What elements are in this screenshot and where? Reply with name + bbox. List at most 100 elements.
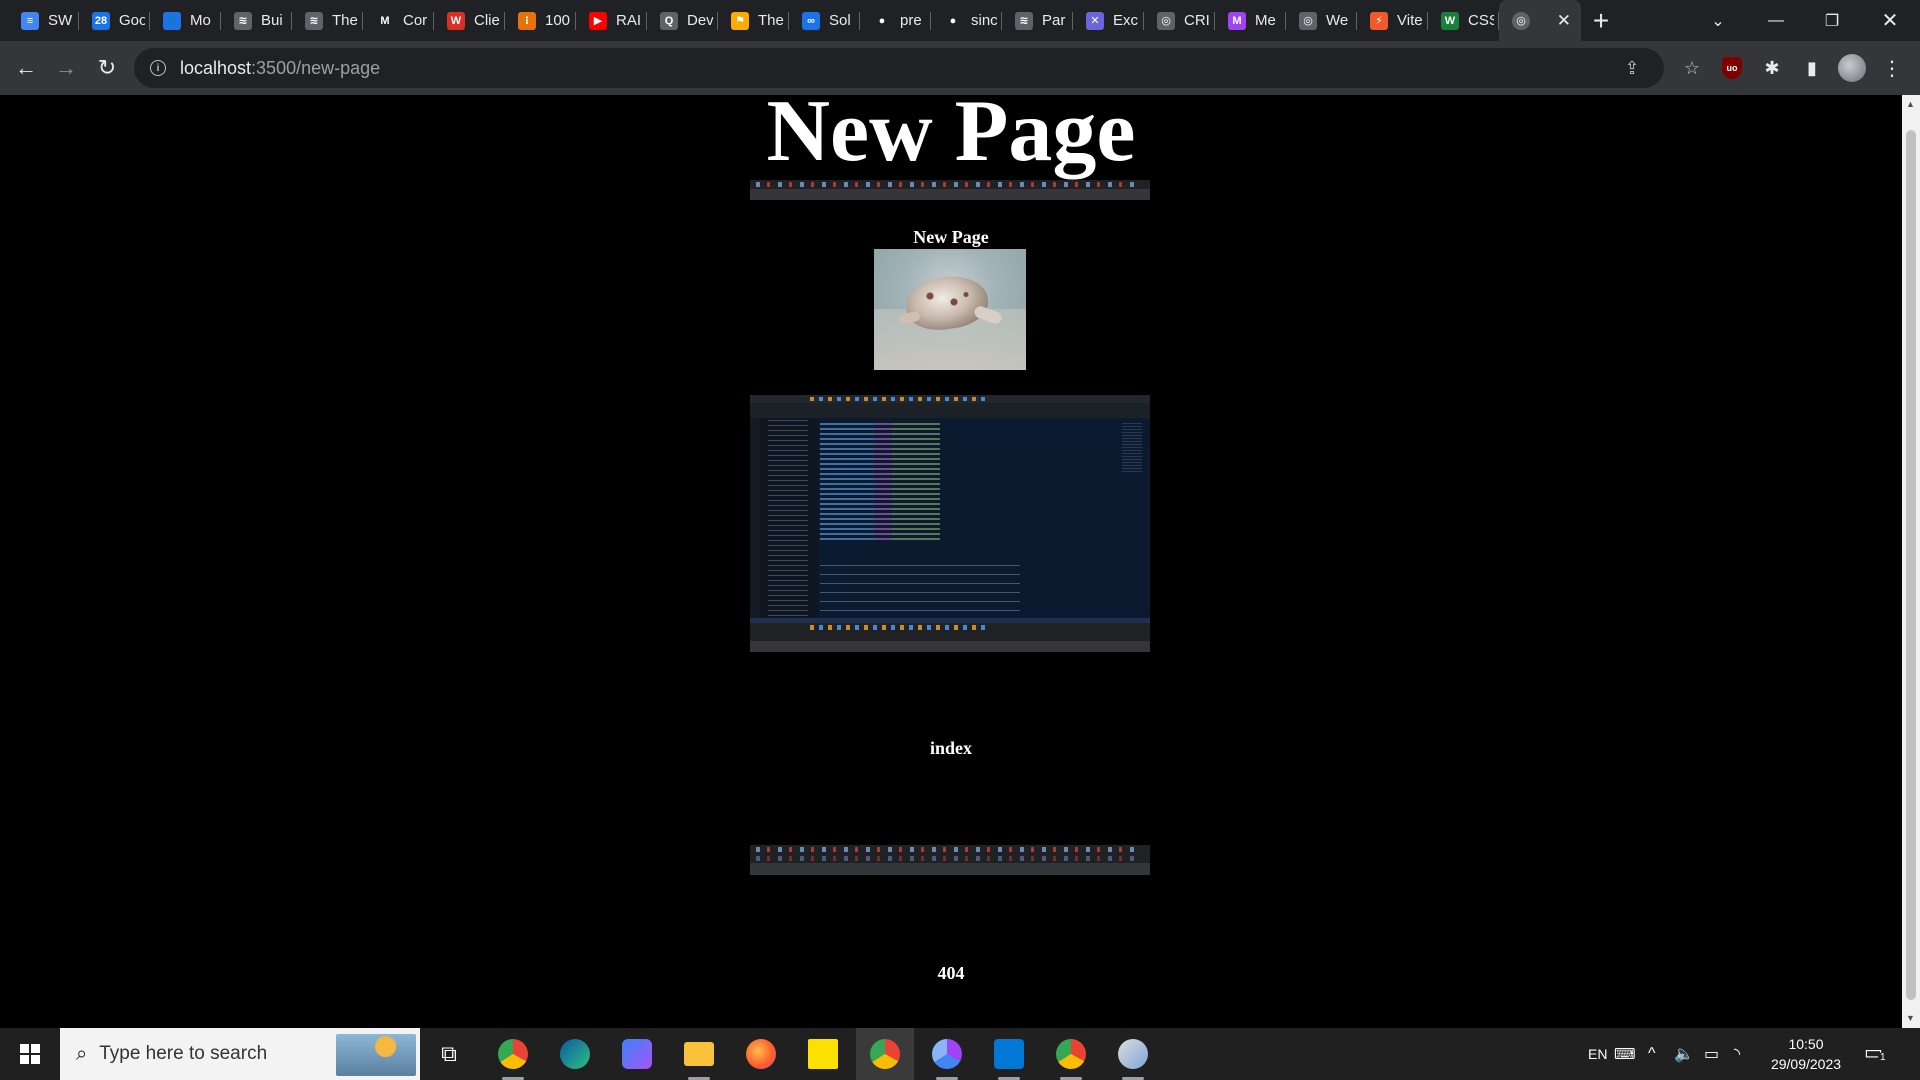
globe-icon: ◎ bbox=[1512, 11, 1530, 30]
search-highlight-image bbox=[336, 1034, 416, 1076]
browser-tab[interactable]: W Clie bbox=[434, 0, 505, 41]
browser-tab[interactable]: ∞ Sol bbox=[789, 0, 860, 41]
infinity-icon: ∞ bbox=[802, 11, 820, 30]
reload-button[interactable]: ↻ bbox=[91, 52, 123, 84]
site-info-icon[interactable]: i bbox=[150, 60, 166, 76]
tab-title: Bui bbox=[261, 12, 283, 29]
browser-tab[interactable]: ✕ Exc bbox=[1073, 0, 1144, 41]
file-explorer-taskbar-icon[interactable] bbox=[670, 1028, 728, 1080]
edge-taskbar-icon[interactable] bbox=[546, 1028, 604, 1080]
tab-title: CSS bbox=[1468, 12, 1494, 29]
menu-kebab-icon[interactable]: ⋮ bbox=[1878, 54, 1906, 82]
chrome-taskbar-icon[interactable] bbox=[484, 1028, 542, 1080]
browser-tab[interactable]: ● sinc bbox=[931, 0, 1002, 41]
minimize-button[interactable]: — bbox=[1748, 0, 1804, 41]
scroll-up-arrow-icon[interactable]: ▲ bbox=[1906, 99, 1915, 109]
copilot-taskbar-icon[interactable] bbox=[608, 1028, 666, 1080]
page-scrollbar[interactable]: ▲ ▼ bbox=[1902, 95, 1920, 1028]
wifi-icon[interactable]: ◝ bbox=[1734, 1028, 1740, 1080]
browser-tab[interactable]: ≋ Par bbox=[1002, 0, 1073, 41]
vscode-taskbar-icon[interactable] bbox=[980, 1028, 1038, 1080]
system-clock[interactable]: 10:50 29/09/2023 bbox=[1756, 1034, 1856, 1074]
github-icon: ● bbox=[944, 11, 962, 30]
address-bar[interactable]: i localhost:3500/new-page ⇪ ☆ bbox=[134, 48, 1700, 88]
app-taskbar-icon[interactable] bbox=[1104, 1028, 1162, 1080]
browser-tab[interactable]: ≋ The bbox=[292, 0, 363, 41]
browser-tab[interactable]: ⚑ The bbox=[718, 0, 789, 41]
browser-tab[interactable]: ≡ SW bbox=[8, 0, 79, 41]
keyboard-icon[interactable]: ⌨ bbox=[1614, 1028, 1636, 1080]
chrome-canary-taskbar-icon[interactable] bbox=[1042, 1028, 1100, 1080]
browser-toolbar: ← → ↻ i localhost:3500/new-page ⇪ ☆ uo ✱… bbox=[0, 41, 1920, 95]
tab-search-chevron-icon[interactable]: ⌄ bbox=[1690, 0, 1746, 41]
tab-title: Par bbox=[1042, 12, 1066, 29]
stack-icon: ≋ bbox=[305, 11, 323, 30]
firefox-taskbar-icon[interactable] bbox=[732, 1028, 790, 1080]
globe-icon: ◎ bbox=[1299, 11, 1317, 30]
youtube-icon: ▶ bbox=[589, 11, 607, 30]
forward-button[interactable]: → bbox=[50, 52, 82, 84]
browser-tab[interactable]: ◎ We bbox=[1286, 0, 1357, 41]
tab-title: 100 bbox=[545, 12, 571, 29]
windows-logo-icon bbox=[20, 1044, 40, 1064]
volume-icon[interactable]: 🔈 bbox=[1674, 1028, 1694, 1080]
ublock-extension-icon[interactable]: uo bbox=[1718, 54, 1746, 82]
browser-tab[interactable]: ▶ RAI bbox=[576, 0, 647, 41]
chrome-profile-taskbar-icon[interactable] bbox=[918, 1028, 976, 1080]
browser-tab[interactable]: ⁝ 100 bbox=[505, 0, 576, 41]
tab-title: Sol bbox=[829, 12, 851, 29]
stack-icon: ≋ bbox=[234, 11, 252, 30]
hidden-icons-chevron-icon[interactable]: ^ bbox=[1648, 1028, 1656, 1080]
browser-tab[interactable]: 👤 Mo bbox=[150, 0, 221, 41]
tab-title: Goo bbox=[119, 12, 145, 29]
sticky-notes-taskbar-icon[interactable] bbox=[794, 1028, 852, 1080]
active-browser-tab[interactable]: ◎ ✕ bbox=[1499, 0, 1581, 41]
back-button[interactable]: ← bbox=[10, 52, 42, 84]
extensions-puzzle-icon[interactable]: ✱ bbox=[1758, 54, 1786, 82]
search-placeholder: Type here to search bbox=[99, 1043, 268, 1064]
make-icon: M bbox=[1228, 11, 1246, 30]
browser-tab[interactable]: Q Dev bbox=[647, 0, 718, 41]
scrollbar-thumb[interactable] bbox=[1906, 130, 1916, 1000]
w-green-icon: W bbox=[1441, 11, 1459, 30]
address-url[interactable]: localhost:3500/new-page bbox=[180, 58, 380, 79]
tab-title: sinc bbox=[971, 12, 997, 29]
new-tab-button[interactable]: + bbox=[1581, 0, 1621, 41]
clock-date: 29/09/2023 bbox=[1770, 1056, 1842, 1072]
profile-avatar[interactable] bbox=[1838, 54, 1866, 82]
tab-title: Vite bbox=[1397, 12, 1423, 29]
address-path: :3500/new-page bbox=[251, 57, 381, 78]
medium-icon: M bbox=[376, 11, 394, 30]
share-icon[interactable]: ⇪ bbox=[1622, 58, 1642, 78]
browser-tab[interactable]: ◎ CRI bbox=[1144, 0, 1215, 41]
notification-center-icon[interactable]: ▭ 1 bbox=[1864, 1040, 1904, 1068]
tab-title: RAI bbox=[616, 12, 642, 29]
tab-title: Mo bbox=[190, 12, 211, 29]
browser-tab[interactable]: 28 Goo bbox=[79, 0, 150, 41]
browser-tab[interactable]: M Me bbox=[1215, 0, 1286, 41]
browser-tab[interactable]: M Cor bbox=[363, 0, 434, 41]
browser-tab[interactable]: ⚡ Vite bbox=[1357, 0, 1428, 41]
dev-orange-icon: ⁝ bbox=[518, 11, 536, 30]
scroll-down-arrow-icon[interactable]: ▼ bbox=[1906, 1013, 1915, 1023]
tab-title: Me bbox=[1255, 12, 1276, 29]
restore-button[interactable]: ❐ bbox=[1804, 0, 1860, 41]
taskbar-search-box[interactable]: ⌕ Type here to search bbox=[60, 1028, 420, 1080]
index-label: index bbox=[929, 738, 972, 758]
side-panel-icon[interactable]: ▮ bbox=[1798, 54, 1826, 82]
language-indicator[interactable]: EN bbox=[1588, 1028, 1607, 1080]
battery-icon[interactable]: ▭ bbox=[1704, 1028, 1719, 1080]
bookmark-star-icon[interactable]: ☆ bbox=[1682, 58, 1702, 78]
close-tab-icon[interactable]: ✕ bbox=[1557, 11, 1571, 31]
page-subheading: New Page bbox=[913, 227, 989, 247]
not-found-label: 404 bbox=[937, 963, 965, 983]
github-icon: ● bbox=[873, 11, 891, 30]
close-window-button[interactable]: ✕ bbox=[1862, 0, 1918, 41]
browser-tab[interactable]: W CSS bbox=[1428, 0, 1499, 41]
tab-title: SW bbox=[48, 12, 73, 29]
task-view-icon[interactable]: ⧉ bbox=[420, 1028, 478, 1080]
start-button[interactable] bbox=[0, 1028, 60, 1080]
chrome-active-taskbar-icon[interactable] bbox=[856, 1028, 914, 1080]
browser-tab[interactable]: ≋ Bui bbox=[221, 0, 292, 41]
browser-tab[interactable]: ● pre bbox=[860, 0, 931, 41]
